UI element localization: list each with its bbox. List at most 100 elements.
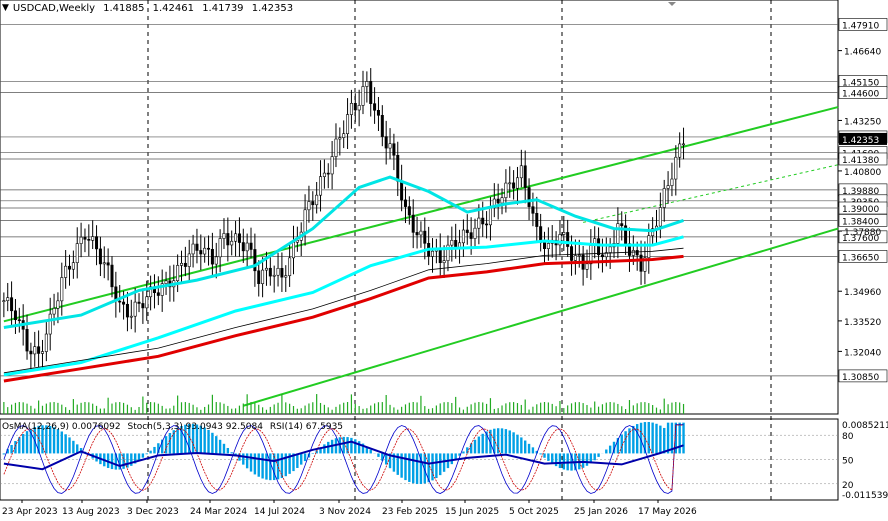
candle-body	[635, 250, 639, 256]
indicator-tick-label: 80	[842, 432, 854, 442]
candle-body	[523, 165, 527, 188]
osma-bar	[651, 422, 654, 454]
candle-body	[48, 313, 52, 335]
x-tick-label: 15 Jun 2025	[445, 507, 499, 517]
osma-bar	[431, 453, 434, 481]
candle-body	[176, 265, 180, 282]
osma-bar	[635, 424, 639, 454]
candle-body	[608, 246, 612, 253]
osma-bar	[168, 432, 172, 454]
osma-bar	[605, 449, 608, 454]
candle-body	[527, 187, 531, 207]
chart-header: ▼ USDCAD,Weekly 1.41885 1.42461 1.41739 …	[0, 0, 298, 16]
x-tick-label: 14 Jul 2024	[254, 507, 305, 517]
osma-bar	[311, 453, 315, 454]
osma-bar	[473, 439, 477, 454]
candle-body	[330, 156, 334, 175]
osma-bar	[678, 422, 681, 454]
level-label: 1.36650	[842, 253, 879, 263]
osma-bar	[477, 436, 481, 454]
price-chart: 1.479101.451501.446001.424501.416901.413…	[0, 0, 888, 517]
candle-body	[600, 254, 604, 258]
candle-body	[203, 247, 207, 255]
symbol-label: USDCAD,Weekly	[12, 2, 96, 14]
candle-body	[311, 201, 315, 206]
osma-bar	[265, 453, 268, 480]
osma-bar	[350, 437, 353, 454]
osma-bar	[593, 453, 596, 461]
osma-bar	[249, 453, 253, 472]
osma-bar	[547, 453, 550, 461]
candle-body	[573, 255, 577, 261]
x-tick-label: 5 Oct 2025	[509, 507, 559, 517]
candle-body	[380, 115, 384, 137]
candle-body	[52, 308, 56, 315]
osma-bar	[342, 436, 345, 454]
osma-bar	[303, 453, 307, 462]
candle-body	[83, 236, 87, 240]
candle-body	[423, 230, 427, 244]
candle-body	[353, 103, 357, 111]
candle-body	[346, 114, 350, 134]
candle-body	[234, 233, 238, 242]
osma-bar	[2, 453, 6, 455]
osma-bar	[531, 447, 535, 454]
candle-body	[145, 296, 149, 309]
candle-body	[349, 103, 353, 115]
candle-body	[577, 254, 581, 257]
candle-body	[616, 223, 620, 244]
osma-label: OsMA(12,26,9) 0.0076092	[2, 422, 121, 432]
candle-body	[535, 212, 539, 227]
indicator-header: OsMA(12,26,9) 0.0076092 Stoch(5,3,3) 93.…	[2, 422, 347, 432]
level-label: 1.30850	[842, 373, 879, 383]
osma-bar	[164, 436, 168, 454]
candle-body	[670, 178, 674, 186]
candle-body	[442, 260, 446, 264]
candle-body	[342, 133, 346, 138]
candle-body	[106, 262, 110, 266]
indicator-tick-label: -0.011539	[842, 491, 888, 501]
candle-body	[666, 185, 670, 189]
osma-bar	[377, 453, 380, 457]
price-tick-label: 1.37880	[844, 228, 881, 238]
level-label: 1.39000	[842, 205, 879, 215]
osma-bar	[450, 453, 454, 465]
candle-body	[403, 199, 407, 207]
candle-body	[253, 249, 257, 272]
candle-body	[183, 262, 187, 267]
candle-body	[264, 267, 268, 271]
osma-bar	[404, 453, 407, 481]
osma-bar	[412, 453, 415, 484]
candle-body	[674, 156, 678, 180]
candle-body	[257, 270, 261, 284]
x-tick-label: 25 Jan 2026	[574, 507, 628, 517]
indicator-tick-label: 50	[842, 457, 854, 467]
osma-bar	[504, 429, 508, 454]
candle-body	[237, 233, 241, 243]
osma-bar	[435, 453, 438, 479]
candle-body	[512, 182, 516, 189]
candle-body	[400, 180, 404, 201]
osma-bar	[523, 440, 527, 454]
osma-bar	[207, 429, 210, 454]
osma-bar	[300, 453, 303, 465]
x-tick-label: 23 Feb 2025	[382, 507, 438, 517]
candle-body	[566, 232, 570, 247]
candle-body	[13, 310, 17, 321]
osma-bar	[558, 453, 562, 469]
candle-body	[122, 301, 126, 305]
candle-body	[118, 300, 122, 303]
x-tick-label: 23 Apr 2023	[2, 507, 58, 517]
candle-body	[95, 236, 99, 250]
candle-body	[326, 172, 330, 175]
osma-bar	[354, 439, 357, 454]
candle-body	[376, 109, 380, 116]
osma-bar	[369, 449, 372, 454]
candle-body	[195, 243, 199, 251]
candle-body	[388, 143, 392, 149]
osma-bar	[554, 453, 558, 467]
candle-body	[187, 253, 191, 267]
dropdown-arrow-icon[interactable]: ▼	[2, 3, 9, 13]
candle-body	[473, 227, 477, 239]
osma-bar	[496, 428, 500, 454]
